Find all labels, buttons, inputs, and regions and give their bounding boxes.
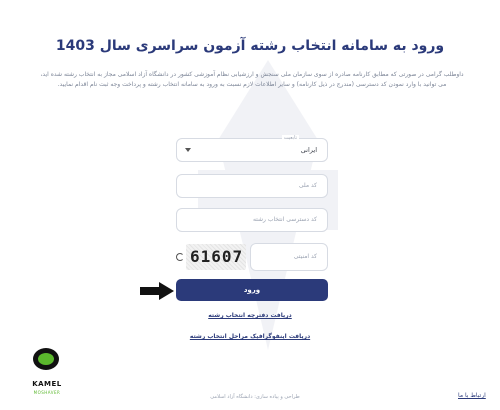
logo-subtitle: MOSHAVER [33, 390, 61, 395]
kamel-logo: KAMEL MOSHAVER [22, 348, 72, 408]
logo-name: KAMEL [32, 380, 62, 388]
nationality-select[interactable]: تابعیت ایرانی [176, 135, 328, 162]
nationality-value: ایرانی [300, 146, 317, 154]
nationality-caption: تابعیت [281, 135, 299, 141]
captcha-image: 61607 [186, 244, 246, 270]
guide-booklet-link[interactable]: دریافت دفترچه انتخاب رشته [160, 312, 340, 319]
access-code-input[interactable]: کد دسترسی انتخاب رشته [176, 208, 328, 232]
steps-infographic-link[interactable]: دریافت اینفوگرافیک مراحل انتخاب رشته [160, 333, 340, 340]
headset-logo-icon [33, 348, 59, 370]
access-code-placeholder: کد دسترسی انتخاب رشته [252, 216, 317, 223]
captcha-text: 61607 [190, 247, 244, 266]
national-code-placeholder: کد ملی [298, 182, 317, 189]
login-button[interactable]: ورود [176, 279, 328, 301]
footer-credit: طراحی و پیاده سازی: دانشگاه آزاد اسلامی [210, 394, 300, 400]
contact-us-link[interactable]: ارتباط با ما [458, 392, 486, 399]
chevron-down-icon [185, 148, 191, 152]
refresh-icon[interactable] [176, 253, 184, 261]
page-title: ورود به سامانه انتخاب رشته آزمون سراسری … [55, 38, 445, 54]
national-code-input[interactable]: کد ملی [176, 174, 328, 198]
arrow-right-icon [140, 282, 174, 300]
captcha-placeholder: کد امنیتی [293, 253, 317, 260]
intro-text: داوطلب گرامی در صورتی که مطابق کارنامه ص… [40, 71, 464, 88]
captcha-input[interactable]: کد امنیتی [250, 243, 328, 271]
